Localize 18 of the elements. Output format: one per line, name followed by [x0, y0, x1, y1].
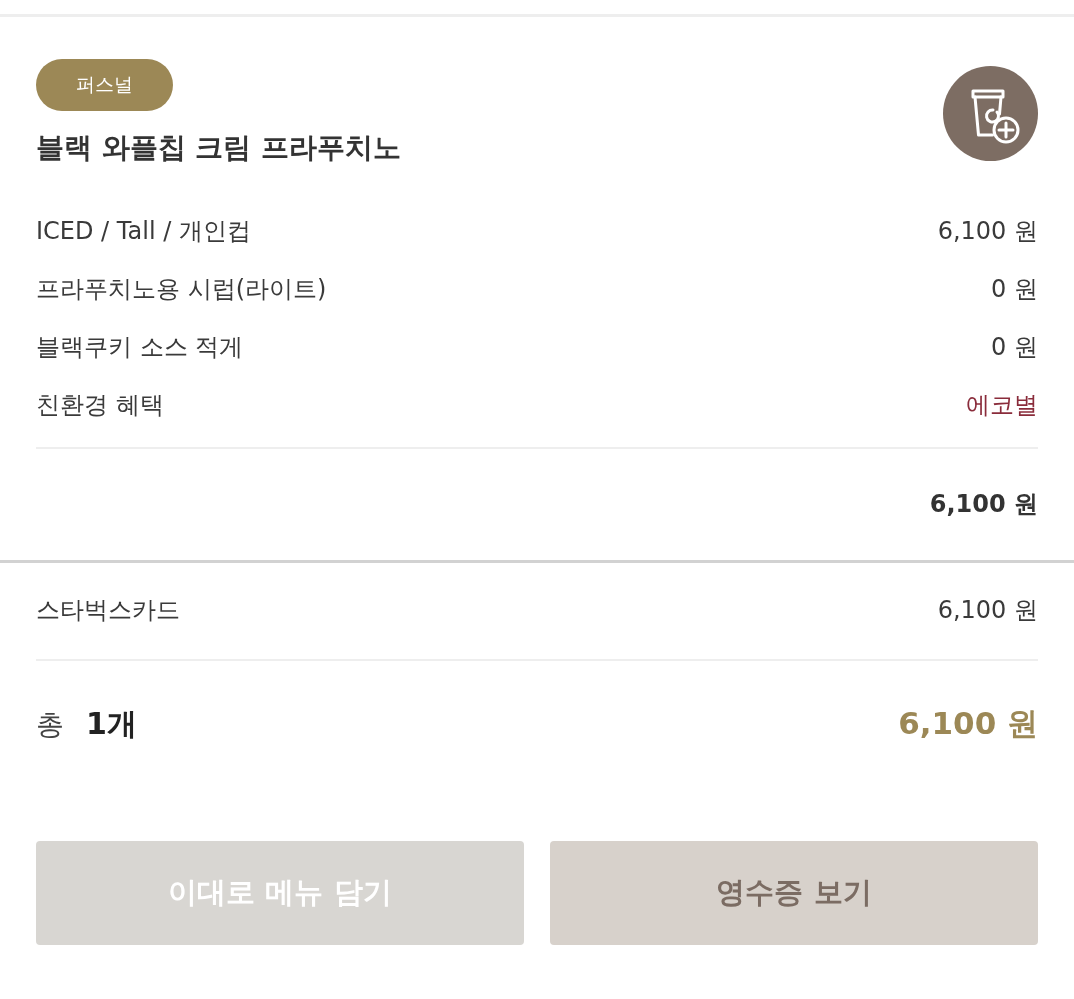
subtotal-amount: 6,100 원 [929, 489, 1038, 520]
total-label: 총 [36, 706, 64, 743]
action-button[interactable]: 영수증 보기 [550, 841, 1038, 945]
cup-add-icon[interactable] [943, 66, 1038, 161]
product-name: 블랙 와플칩 크림 프라푸치노 [36, 130, 402, 166]
option-label: 프라푸치노용 시럽(라이트) [36, 274, 327, 305]
option-price: 6,100 원 [937, 216, 1038, 247]
option-price: 0 원 [991, 332, 1038, 363]
payment-method: 스타벅스카드 [36, 595, 180, 626]
total-amount: 6,100 원 [898, 704, 1038, 743]
benefit-text: 에코별 [966, 390, 1038, 421]
category-badge: 퍼스널 [36, 59, 173, 111]
option-label: 친환경 혜택 [36, 390, 164, 421]
total-count: 1개 [86, 704, 137, 743]
option-label: ICED / Tall / 개인컵 [36, 216, 251, 247]
payment-amount: 6,100 원 [937, 595, 1038, 626]
option-label: 블랙쿠키 소스 적게 [36, 332, 244, 363]
option-price: 0 원 [991, 274, 1038, 305]
